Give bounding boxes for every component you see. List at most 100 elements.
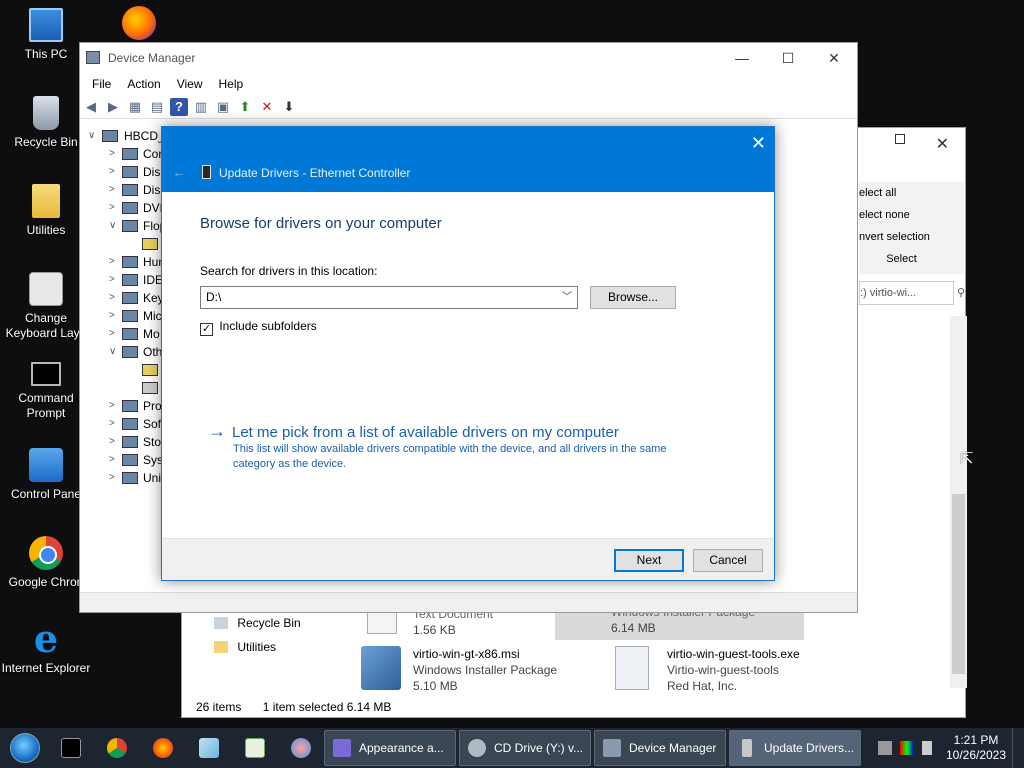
chrome-icon: [107, 738, 127, 758]
menu-file[interactable]: File: [84, 73, 119, 95]
close-button[interactable]: ✕: [811, 43, 857, 73]
scrollbar-thumb[interactable]: [952, 494, 965, 674]
chevron-right-icon[interactable]: >: [109, 163, 115, 181]
tree-node-storage[interactable]: > Sto: [80, 433, 162, 451]
tree-node-root[interactable]: ∨ HBCD_: [80, 127, 162, 145]
control-panel-icon: [29, 448, 63, 482]
disable-device-icon[interactable]: ⬇: [280, 98, 298, 116]
tree-node-hid[interactable]: >Hun: [80, 253, 162, 271]
uninstall-device-icon[interactable]: ✕: [258, 98, 276, 116]
chevron-right-icon[interactable]: >: [109, 469, 115, 487]
task-update-drivers[interactable]: Update Drivers...: [729, 730, 861, 766]
select-none-button[interactable]: elect none: [859, 204, 964, 226]
nav-item-recycle-bin[interactable]: Recycle Bin: [214, 616, 301, 630]
chevron-right-icon[interactable]: >: [109, 253, 115, 271]
tree-node-keyboards[interactable]: > Key: [80, 289, 162, 307]
pinned-paint[interactable]: [278, 728, 324, 768]
chrome-icon: [29, 536, 63, 570]
chevron-right-icon[interactable]: >: [109, 325, 115, 343]
file-item[interactable]: virtio-win-gt-x86.msi Windows Installer …: [361, 646, 557, 694]
chevron-down-icon[interactable]: ﹀: [562, 287, 572, 308]
chevron-right-icon[interactable]: >: [109, 451, 115, 469]
chevron-right-icon[interactable]: >: [109, 307, 115, 325]
chevron-right-icon[interactable]: >: [109, 145, 115, 163]
tree-node-unknown-device[interactable]: [80, 379, 162, 397]
tree-node-processors[interactable]: > Pro: [80, 397, 162, 415]
tree-node-display[interactable]: >Disp: [80, 181, 162, 199]
pinned-task-manager[interactable]: [232, 728, 278, 768]
details-icon[interactable]: ▥: [192, 98, 210, 116]
tree-node-usb[interactable]: > Uni: [80, 469, 162, 487]
tree-node-ethernet-controller[interactable]: [80, 361, 162, 379]
chevron-right-icon[interactable]: >: [109, 199, 115, 217]
minimize-button[interactable]: —: [719, 43, 765, 73]
tree-node-disk-drives[interactable]: > Disl: [80, 163, 162, 181]
include-subfolders-checkbox[interactable]: ✓ Include subfolders: [200, 319, 317, 336]
task-device-manager[interactable]: Device Manager: [594, 730, 726, 766]
maximize-button[interactable]: ☐: [765, 43, 811, 73]
pinned-chrome[interactable]: [94, 728, 140, 768]
tray-volume[interactable]: [918, 728, 940, 768]
pick-driver-link[interactable]: → Let me pick from a list of available dr…: [208, 421, 619, 442]
browse-button[interactable]: Browse...: [590, 286, 676, 309]
list-view-icon[interactable]: ▤: [148, 98, 166, 116]
pick-driver-link-text[interactable]: Let me pick from a list of available dri…: [232, 424, 619, 441]
driver-path-combobox[interactable]: D:\ ﹀: [200, 286, 578, 309]
chevron-right-icon[interactable]: >: [109, 181, 115, 199]
system-clock[interactable]: 1:21 PM 10/26/2023: [940, 733, 1012, 763]
tree-node-other-devices[interactable]: ∨ Oth: [80, 343, 162, 361]
chevron-right-icon[interactable]: >: [109, 289, 115, 307]
forward-icon[interactable]: ▶: [104, 98, 122, 116]
chevron-down-icon[interactable]: ∨: [109, 217, 116, 235]
search-icon: ⚲: [956, 287, 965, 299]
start-button[interactable]: [0, 728, 48, 768]
close-icon[interactable]: ✕: [936, 134, 949, 154]
desktop-icon-firefox[interactable]: [94, 6, 184, 45]
properties-view-icon[interactable]: ▦: [126, 98, 144, 116]
tree-node-floppy-device[interactable]: [80, 235, 162, 253]
chevron-right-icon[interactable]: >: [109, 433, 115, 451]
menu-action[interactable]: Action: [119, 73, 168, 95]
task-cd-drive[interactable]: CD Drive (Y:) v...: [459, 730, 591, 766]
tray-network[interactable]: [874, 728, 896, 768]
select-all-button[interactable]: elect all: [859, 182, 964, 204]
show-desktop-button[interactable]: [1012, 728, 1024, 768]
vertical-scrollbar[interactable]: [950, 316, 967, 688]
scan-hardware-icon[interactable]: ▣: [214, 98, 232, 116]
nav-item-utilities[interactable]: Utilities: [214, 640, 276, 654]
cancel-button[interactable]: Cancel: [693, 549, 763, 572]
close-icon[interactable]: ✕: [751, 133, 766, 154]
pinned-firefox[interactable]: [140, 728, 186, 768]
maximize-icon[interactable]: [895, 134, 905, 144]
checkbox-check-icon[interactable]: ✓: [200, 323, 213, 336]
chevron-down-icon[interactable]: ∨: [109, 343, 116, 361]
tree-node-monitors[interactable]: > Mo: [80, 325, 162, 343]
next-button[interactable]: Next: [614, 549, 684, 572]
menu-view[interactable]: View: [169, 73, 211, 95]
update-driver-icon[interactable]: ⬆: [236, 98, 254, 116]
tree-node-software[interactable]: > Sof: [80, 415, 162, 433]
chevron-right-icon[interactable]: >: [109, 271, 115, 289]
chevron-right-icon[interactable]: >: [109, 415, 115, 433]
file-item[interactable]: virtio-win-guest-tools.exe Virtio-win-gu…: [615, 646, 800, 694]
back-arrow-icon[interactable]: ←: [172, 164, 186, 180]
tree-node-mice[interactable]: > Mic: [80, 307, 162, 325]
tray-display[interactable]: [896, 728, 918, 768]
tree-node-floppy[interactable]: ∨Flop: [80, 217, 162, 235]
pinned-command-prompt[interactable]: [48, 728, 94, 768]
back-icon[interactable]: ◀: [82, 98, 100, 116]
pinned-notepad[interactable]: [186, 728, 232, 768]
chevron-down-icon[interactable]: ∨: [88, 127, 95, 145]
tree-node-dvd[interactable]: >DVD: [80, 199, 162, 217]
title-bar: Device Manager — ☐ ✕: [80, 43, 857, 73]
search-input[interactable]: :) virtio-wi... ⚲: [859, 281, 965, 305]
help-icon[interactable]: ?: [170, 97, 188, 116]
tree-node-ide[interactable]: > IDE: [80, 271, 162, 289]
desktop-icon-internet-explorer[interactable]: e Internet Explorer: [0, 620, 92, 676]
tree-node-system[interactable]: > Sys: [80, 451, 162, 469]
tree-node-computer[interactable]: > Cor: [80, 145, 162, 163]
menu-help[interactable]: Help: [211, 73, 252, 95]
invert-selection-button[interactable]: nvert selection: [859, 226, 964, 248]
chevron-right-icon[interactable]: >: [109, 397, 115, 415]
task-appearance[interactable]: Appearance a...: [324, 730, 456, 766]
